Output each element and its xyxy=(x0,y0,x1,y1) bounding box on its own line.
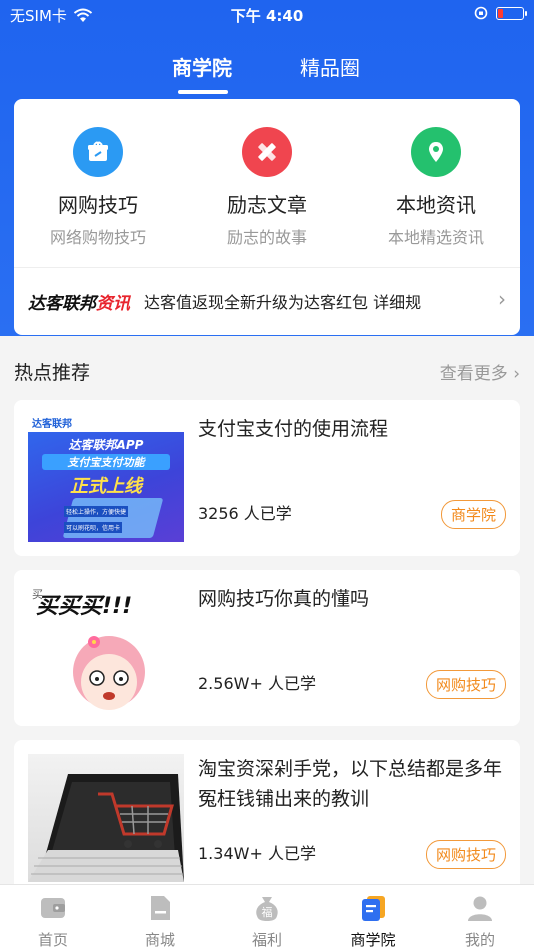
tab-welfare[interactable]: 福 福利 xyxy=(227,893,307,950)
learner-count: 2.56W+ 人已学 xyxy=(198,674,316,693)
home-wallet-icon xyxy=(41,898,65,918)
category-title: 网购技巧 xyxy=(58,193,138,217)
academy-icon xyxy=(362,896,385,921)
article-thumbnail: 达客联邦 达客联邦APP 支付宝支付功能 正式上线 轻松上操作，方便快捷 可以刷… xyxy=(28,414,184,542)
category-tag: 网购技巧 xyxy=(425,670,506,699)
active-tab-indicator xyxy=(178,90,228,94)
article-title: 网购技巧你真的懂吗 xyxy=(198,588,370,610)
category-card: 网购技巧 网络购物技巧 励志文章 励志的故事 本地资讯 本地精选资讯 达客联邦资… xyxy=(14,99,520,335)
tab-home[interactable]: 首页 xyxy=(13,893,93,950)
article-title: 淘宝资深剁手党，以下总结都是多年冤枉钱铺出来的教训 xyxy=(198,758,503,810)
rotation-lock-icon xyxy=(474,6,488,20)
article-thumbnail: 买 买买买!!! xyxy=(28,584,184,712)
tab-mall[interactable]: 商城 xyxy=(120,893,200,950)
bottom-tab-bar: 首页 商城 福 福利 商学院 我的 xyxy=(0,884,534,950)
category-tag: 商学院 xyxy=(440,500,506,529)
category-tag: 网购技巧 xyxy=(425,840,506,869)
battery-icon xyxy=(496,6,527,20)
news-ticker[interactable]: 达客联邦资讯 达客值返现全新升级为达客红包 详细规 › xyxy=(28,285,506,317)
article-title: 支付宝支付的使用流程 xyxy=(198,418,389,440)
gift-box-icon xyxy=(73,127,123,177)
tab-academy[interactable]: 商学院 xyxy=(172,52,232,81)
category-inspiration[interactable]: 励志文章 励志的故事 xyxy=(183,127,351,248)
location-pin-icon xyxy=(411,127,461,177)
article-thumbnail xyxy=(28,754,184,882)
svg-text:福: 福 xyxy=(262,905,273,919)
clock: 下午 4:40 xyxy=(230,7,304,25)
fortune-bag-icon: 福 xyxy=(256,897,278,921)
learner-count: 1.34W+ 人已学 xyxy=(198,844,316,863)
category-title: 励志文章 xyxy=(227,193,307,217)
chevron-right-icon: › xyxy=(513,364,520,384)
category-subtitle: 网络购物技巧 xyxy=(49,228,146,247)
divider xyxy=(14,267,520,268)
category-local-news[interactable]: 本地资讯 本地精选资讯 xyxy=(352,127,520,248)
news-logo: 达客联邦资讯 xyxy=(28,293,130,314)
see-more-link[interactable]: 查看更多 › xyxy=(440,359,520,384)
document-icon xyxy=(151,896,170,920)
article-card[interactable]: 淘宝资深剁手党，以下总结都是多年冤枉钱铺出来的教训 1.34W+ 人已学 网购技… xyxy=(14,740,520,896)
news-headline: 达客值返现全新升级为达客红包 详细规 xyxy=(144,293,422,312)
category-title: 本地资讯 xyxy=(396,193,476,217)
pencil-ruler-icon xyxy=(242,127,292,177)
tab-boutique-circle[interactable]: 精品圈 xyxy=(300,52,360,81)
tab-mine[interactable]: 我的 xyxy=(440,893,520,950)
user-icon xyxy=(468,896,492,921)
hot-section-header: 热点推荐 查看更多 › xyxy=(14,356,520,386)
article-card[interactable]: 达客联邦 达客联邦APP 支付宝支付功能 正式上线 轻松上操作，方便快捷 可以刷… xyxy=(14,400,520,556)
category-subtitle: 本地精选资讯 xyxy=(387,228,484,247)
learner-count: 3256 人已学 xyxy=(198,504,292,523)
category-shopping-tips[interactable]: 网购技巧 网络购物技巧 xyxy=(14,127,182,248)
chevron-right-icon: › xyxy=(498,287,506,311)
category-subtitle: 励志的故事 xyxy=(226,228,307,247)
status-bar: 无SIM卡 下午 4:40 xyxy=(0,0,534,28)
top-tabs: 商学院 精品圈 xyxy=(0,52,534,96)
article-card[interactable]: 买 买买买!!! 网购技巧你真的懂吗 2.56W+ 人已学 网购技巧 xyxy=(14,570,520,726)
tab-academy[interactable]: 商学院 xyxy=(333,893,413,950)
section-title: 热点推荐 xyxy=(14,362,91,384)
